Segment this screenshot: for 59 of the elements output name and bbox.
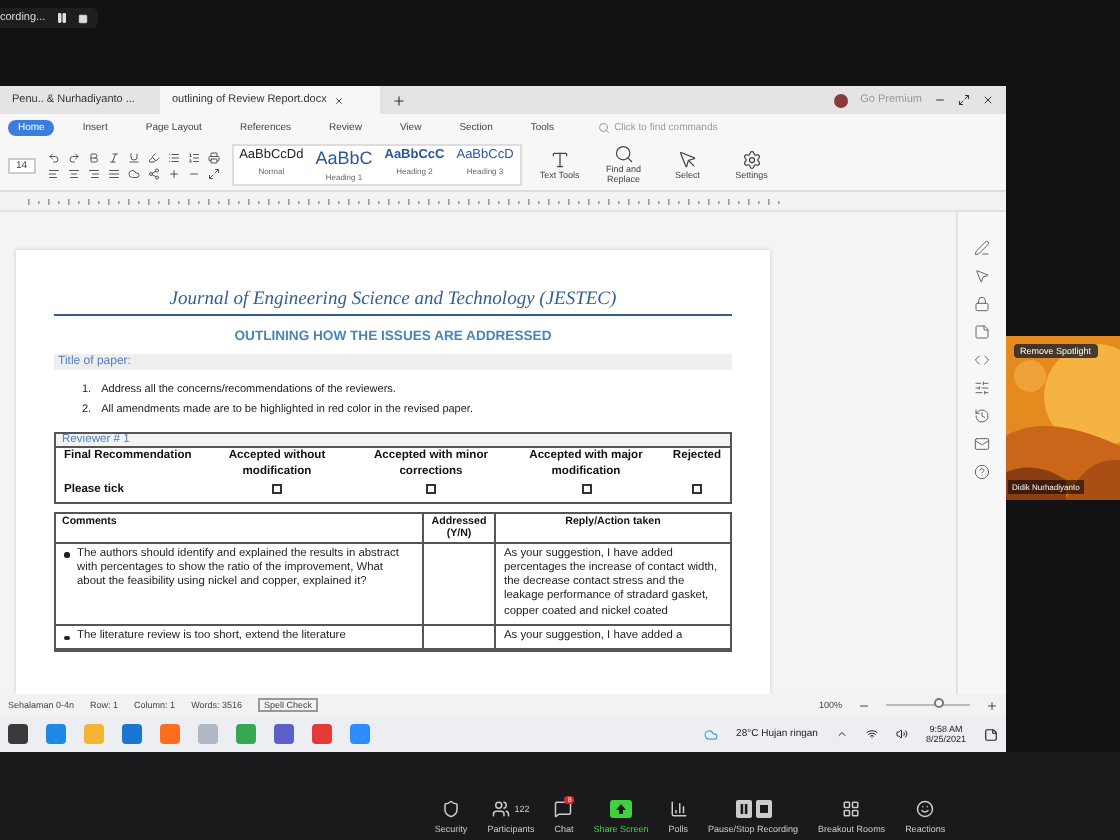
people-icon <box>492 800 511 818</box>
chat-icon <box>554 800 573 818</box>
cloud-icon[interactable] <box>127 167 140 179</box>
avatar-icon[interactable] <box>834 93 849 107</box>
cursor-icon[interactable] <box>974 268 990 284</box>
minimize-icon[interactable] <box>934 94 946 106</box>
shield-icon <box>442 800 461 818</box>
align-left-icon[interactable] <box>47 167 60 179</box>
sliders-icon[interactable] <box>974 380 990 396</box>
bullet-icon <box>64 635 69 641</box>
bold-icon[interactable] <box>87 151 100 163</box>
text-icon <box>549 149 570 170</box>
checkbox[interactable] <box>426 484 436 495</box>
style-sample[interactable]: AaBbC <box>315 148 373 168</box>
chevron-up-icon[interactable] <box>835 728 848 740</box>
pause-icon[interactable] <box>55 12 68 24</box>
lock-icon[interactable] <box>974 296 990 312</box>
align-center-icon[interactable] <box>67 167 80 179</box>
pause-stop-icon <box>735 800 772 818</box>
stop-icon[interactable] <box>77 13 88 23</box>
checkbox[interactable] <box>581 484 591 495</box>
journal-title: Journal of Engineering Science and Technology (JESTEC) <box>54 290 732 316</box>
checkbox[interactable] <box>272 484 282 495</box>
pointer-icon <box>677 149 698 170</box>
code-icon[interactable] <box>974 352 990 368</box>
underline-icon[interactable] <box>127 151 140 163</box>
share-icon[interactable] <box>147 167 160 179</box>
bar-chart-icon <box>669 800 688 818</box>
volume-icon[interactable] <box>895 728 908 740</box>
redo-icon[interactable] <box>67 151 80 163</box>
plus-icon <box>392 93 406 107</box>
align-right-icon[interactable] <box>87 167 100 179</box>
notification-icon[interactable] <box>984 727 998 741</box>
search-icon <box>613 144 634 165</box>
printer-icon[interactable] <box>207 151 220 163</box>
bullet-list-icon[interactable] <box>167 151 180 163</box>
share-screen-icon <box>609 800 632 818</box>
pen-icon[interactable] <box>974 240 990 256</box>
zoom-slider-thumb[interactable] <box>933 698 944 709</box>
history-icon[interactable] <box>974 408 990 424</box>
search-icon <box>598 121 611 133</box>
undo-icon[interactable] <box>47 151 60 163</box>
weather-icon <box>704 727 719 741</box>
mail-icon[interactable] <box>974 436 990 452</box>
settings-icon <box>741 149 762 170</box>
grid-icon <box>842 800 861 818</box>
note-icon[interactable] <box>974 324 990 340</box>
italic-icon[interactable] <box>107 151 120 163</box>
bullet-icon <box>64 552 69 558</box>
numbered-list-icon[interactable] <box>187 151 200 163</box>
checkbox[interactable] <box>692 484 702 495</box>
wifi-icon[interactable] <box>865 728 878 740</box>
plus-icon[interactable] <box>167 167 180 179</box>
highlighter-icon[interactable] <box>147 151 160 163</box>
justify-icon[interactable] <box>107 167 120 179</box>
help-icon[interactable] <box>974 464 990 480</box>
smile-icon <box>916 800 935 818</box>
zoom-in-icon[interactable] <box>986 699 998 711</box>
close-icon[interactable] <box>982 94 994 106</box>
